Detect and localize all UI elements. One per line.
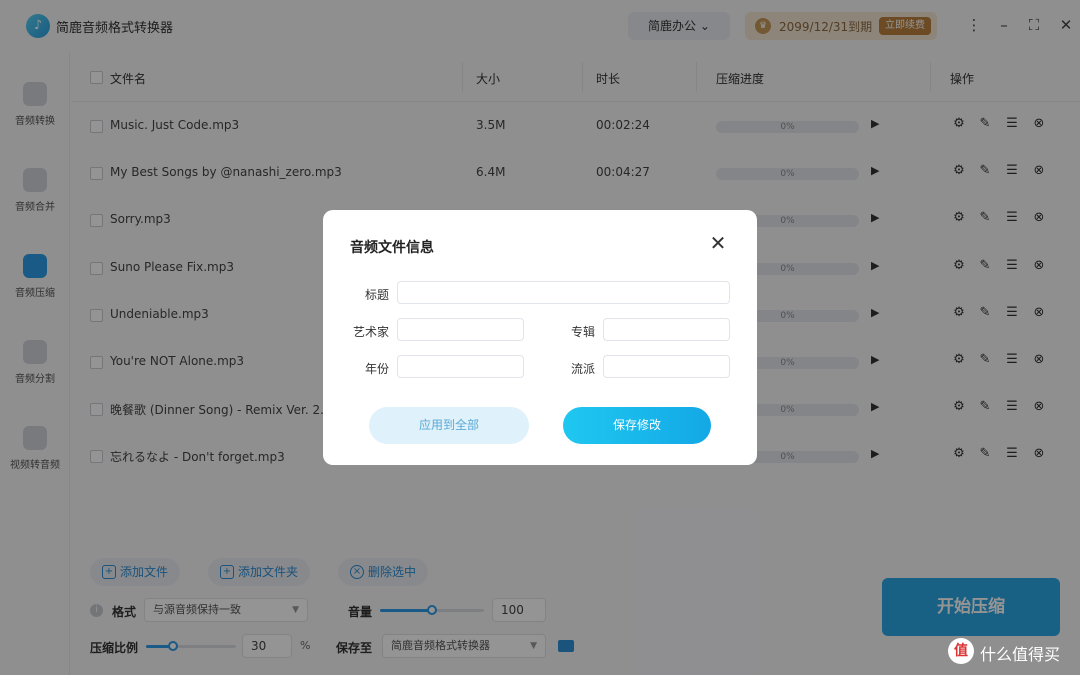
year-field[interactable]	[397, 355, 524, 378]
watermark-text: 什么值得买	[980, 645, 1061, 664]
genre-field[interactable]	[603, 355, 730, 378]
watermark-logo: 值	[948, 638, 974, 664]
audio-info-dialog: 音频文件信息 ✕ 标题 艺术家 专辑 年份 流派 应用到全部 保存修改	[323, 210, 757, 465]
album-label: 专辑	[570, 325, 595, 339]
year-label: 年份	[364, 362, 389, 376]
artist-field[interactable]	[397, 318, 524, 341]
apply-to-all-button[interactable]: 应用到全部	[369, 407, 529, 444]
title-label: 标题	[364, 288, 389, 302]
artist-label: 艺术家	[352, 325, 389, 339]
close-icon[interactable]: ✕	[707, 232, 729, 254]
save-changes-button[interactable]: 保存修改	[563, 407, 711, 444]
album-field[interactable]	[603, 318, 730, 341]
dialog-title: 音频文件信息	[350, 240, 434, 256]
genre-label: 流派	[570, 362, 595, 376]
title-field[interactable]	[397, 281, 730, 304]
